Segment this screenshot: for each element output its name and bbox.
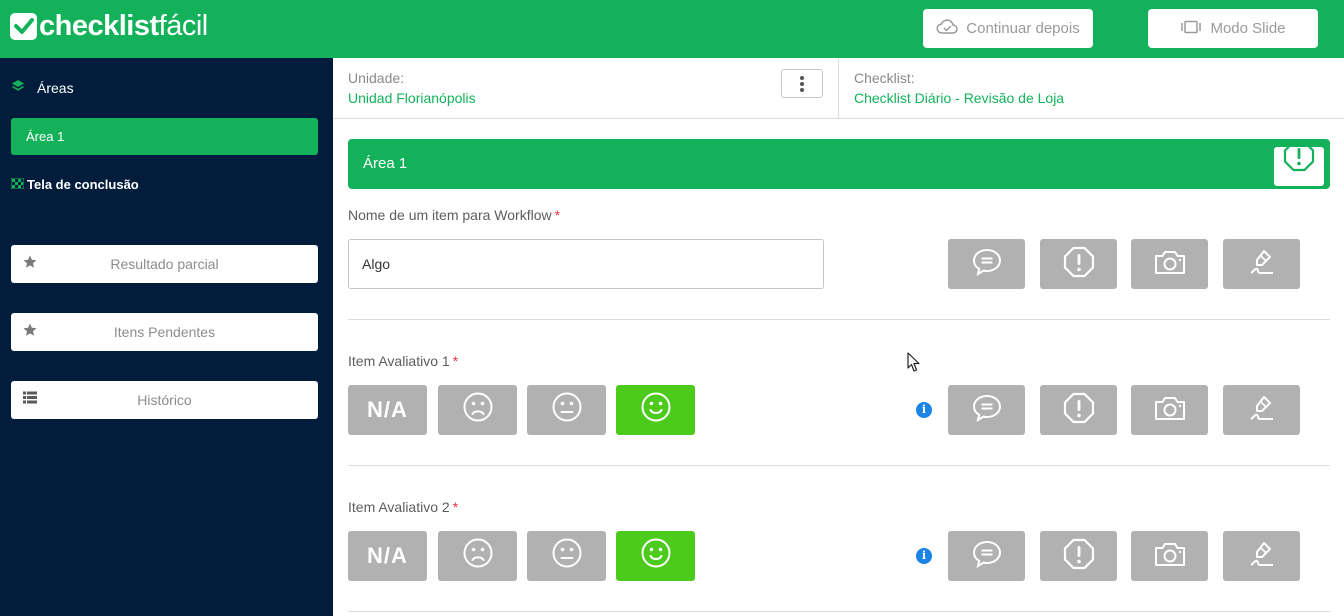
comment-icon [971, 393, 1003, 428]
slides-icon [1180, 20, 1202, 38]
sad-face-icon [462, 391, 494, 429]
camera-button[interactable] [1131, 531, 1208, 581]
checklist-facil-logo: checklist fácil [10, 10, 208, 42]
checklist-info-header: Unidade: Unidad Florianópolis Checklist:… [333, 58, 1344, 119]
required-mark: * [452, 499, 459, 515]
rating-neutral-button[interactable] [527, 531, 606, 581]
list-icon [23, 391, 37, 407]
camera-icon [1153, 248, 1187, 281]
rating-neutral-button[interactable] [527, 385, 606, 435]
workflow-item-input[interactable]: Algo [348, 239, 824, 289]
item-label-workflow: Nome de um item para Workflow * [348, 207, 560, 223]
partial-result-button[interactable]: Resultado parcial [11, 245, 318, 283]
sidebar-item-conclusion[interactable]: Tela de conclusão [10, 177, 139, 192]
conclusion-label: Tela de conclusão [27, 177, 139, 192]
cloud-check-icon [936, 18, 959, 39]
signature-pen-icon [1247, 393, 1277, 428]
top-bar: checklist fácil Continuar depois Modo Sli… [0, 0, 1344, 58]
layers-icon [11, 79, 25, 96]
required-mark: * [452, 353, 459, 369]
item-separator [348, 319, 1330, 320]
rating-happy-button[interactable] [616, 531, 695, 581]
partial-result-label: Resultado parcial [110, 256, 219, 272]
comment-icon [971, 247, 1003, 282]
comment-button[interactable] [948, 385, 1025, 435]
alert-octagon-icon [1063, 392, 1095, 429]
item-label-text: Item Avaliativo 2 [348, 499, 450, 515]
pending-items-button[interactable]: Itens Pendentes [11, 313, 318, 351]
areas-heading: Áreas [11, 79, 74, 96]
star-icon [23, 323, 37, 340]
logo-text-light: fácil [158, 10, 209, 42]
mouse-cursor-icon [907, 352, 921, 378]
comment-button[interactable] [948, 239, 1025, 289]
signature-pen-icon [1247, 539, 1277, 574]
sidebar: Áreas Área 1 Tela de conclusão Resultado… [0, 58, 333, 616]
slide-mode-label: Modo Slide [1210, 20, 1286, 37]
alert-octagon-icon [1283, 140, 1315, 193]
unit-label: Unidade: [348, 70, 405, 86]
item-separator [348, 465, 1330, 466]
camera-button[interactable] [1131, 385, 1208, 435]
comment-icon [971, 539, 1003, 574]
signature-button[interactable] [1223, 239, 1300, 289]
areas-heading-label: Áreas [37, 79, 74, 96]
dot [800, 75, 804, 80]
header-divider [838, 58, 839, 118]
rating-na-button[interactable]: N/A [348, 385, 427, 435]
item-label-rating-2: Item Avaliativo 2 * [348, 499, 458, 515]
action-plan-button[interactable] [1040, 531, 1117, 581]
rating-na-button[interactable]: N/A [348, 531, 427, 581]
info-icon[interactable]: i [916, 548, 932, 564]
required-mark: * [554, 207, 561, 223]
pending-items-label: Itens Pendentes [113, 324, 216, 340]
sad-face-icon [462, 537, 494, 575]
dot [800, 81, 804, 86]
checkered-flag-icon [10, 177, 25, 192]
item-label-text: Item Avaliativo 1 [348, 353, 450, 369]
happy-face-icon [640, 537, 672, 575]
rating-happy-button[interactable] [616, 385, 695, 435]
sidebar-item-area-1[interactable]: Área 1 [11, 118, 318, 155]
camera-icon [1153, 394, 1187, 427]
action-plan-button[interactable] [1040, 385, 1117, 435]
unit-value: Unidad Florianópolis [348, 90, 476, 106]
rating-sad-button[interactable] [438, 531, 517, 581]
item-separator [348, 611, 1330, 612]
neutral-face-icon [551, 391, 583, 429]
history-label: Histórico [137, 392, 192, 408]
camera-button[interactable] [1131, 239, 1208, 289]
neutral-face-icon [551, 537, 583, 575]
more-options-button[interactable] [781, 69, 823, 98]
comment-button[interactable] [948, 531, 1025, 581]
item-label-text: Nome de um item para Workflow [348, 207, 552, 223]
history-button[interactable]: Histórico [11, 381, 318, 419]
signature-pen-icon [1247, 247, 1277, 282]
checklist-value: Checklist Diário - Revisão de Loja [854, 90, 1065, 106]
logo-text-bold: checklist [39, 10, 159, 42]
alert-octagon-icon [1063, 246, 1095, 283]
dot [800, 87, 804, 92]
happy-face-icon [640, 391, 672, 429]
signature-button[interactable] [1223, 385, 1300, 435]
continue-later-button[interactable]: Continuar depois [923, 9, 1093, 48]
star-icon [23, 255, 37, 272]
area-title: Área 1 [363, 155, 408, 172]
camera-icon [1153, 540, 1187, 573]
slide-mode-button[interactable]: Modo Slide [1148, 9, 1318, 48]
checklist-label: Checklist: [854, 70, 915, 86]
logo-check-icon [10, 12, 37, 40]
area-alert-button[interactable] [1274, 140, 1324, 186]
continue-later-label: Continuar depois [966, 20, 1080, 37]
item-label-rating-1: Item Avaliativo 1 * [348, 353, 458, 369]
rating-sad-button[interactable] [438, 385, 517, 435]
signature-button[interactable] [1223, 531, 1300, 581]
area-title-bar: Área 1 [348, 139, 1330, 189]
action-plan-button[interactable] [1040, 239, 1117, 289]
info-icon[interactable]: i [916, 402, 932, 418]
alert-octagon-icon [1063, 538, 1095, 575]
